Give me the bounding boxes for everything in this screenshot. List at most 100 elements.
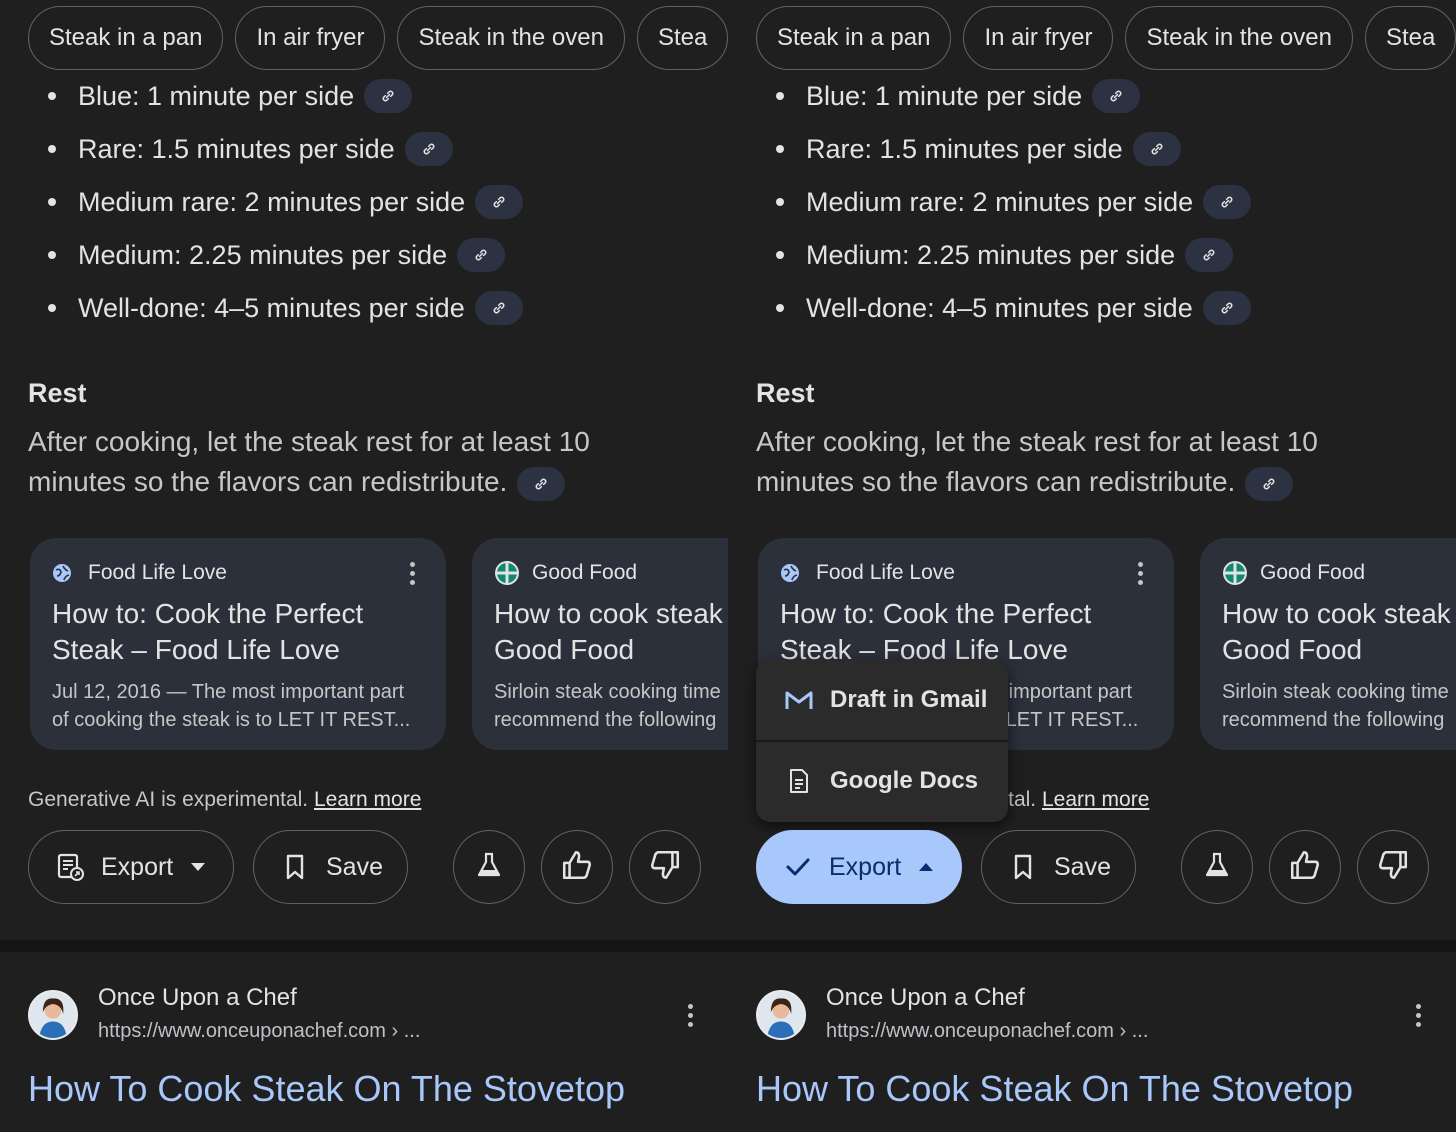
save-button[interactable]: Save [981, 830, 1136, 904]
good-food-icon [494, 560, 520, 586]
link-icon[interactable] [1203, 185, 1252, 219]
card-source: Food Life Love [816, 561, 955, 584]
kebab-icon[interactable] [688, 1004, 693, 1027]
kebab-icon[interactable] [410, 562, 416, 585]
result-site-name[interactable]: Once Upon a Chef [98, 984, 297, 1012]
list-item: Blue: 1 minute per side [48, 76, 413, 116]
source-card-food-life-love[interactable]: Food Life Love How to: Cook the Perfect S… [30, 538, 446, 750]
link-icon[interactable] [404, 132, 453, 166]
source-card-good-food[interactable]: Good Food How to cook steak Good Food Sir… [1200, 538, 1456, 750]
menu-item-google-docs[interactable]: Google Docs [756, 740, 1008, 820]
save-button[interactable]: Save [253, 830, 408, 904]
thumbs-down-button[interactable] [1357, 830, 1429, 904]
globe-icon [780, 563, 800, 583]
card-source: Food Life Love [88, 561, 227, 584]
chip-stea[interactable]: Stea [1364, 6, 1456, 70]
rest-body: After cooking, let the steak rest for at… [28, 422, 668, 502]
good-food-icon [1222, 560, 1248, 586]
chip-stea[interactable]: Stea [636, 6, 728, 70]
link-icon[interactable] [1202, 291, 1251, 325]
card-title: How to cook steak Good Food [1222, 598, 1451, 665]
link-icon[interactable] [1092, 79, 1141, 113]
list-item: Rare: 1.5 minutes per side [776, 129, 1181, 169]
chip-in-air-fryer[interactable]: In air fryer [963, 6, 1114, 70]
list-item: Medium rare: 2 minutes per side [48, 182, 524, 222]
section-divider [728, 940, 1456, 952]
section-divider [0, 940, 728, 952]
chip-steak-in-a-pan[interactable]: Steak in a pan [756, 6, 952, 70]
result-site-name[interactable]: Once Upon a Chef [826, 984, 1025, 1012]
card-snippet: Sirloin steak cooking time recommend the … [1222, 681, 1449, 731]
result-url: https://www.onceuponachef.com › ... [98, 1020, 421, 1042]
check-icon [783, 852, 813, 882]
card-source: Good Food [532, 561, 638, 584]
card-snippet: Sirloin steak cooking time recommend the … [494, 681, 721, 731]
chip-in-air-fryer[interactable]: In air fryer [235, 6, 386, 70]
thumbs-up-icon [1288, 848, 1322, 887]
left-panel: Steak in a pan In air fryer Steak in the… [0, 0, 728, 1132]
chip-row: Steak in a pan In air fryer Steak in the… [756, 6, 1456, 70]
chip-steak-in-the-oven[interactable]: Steak in the oven [1125, 6, 1353, 70]
chip-steak-in-the-oven[interactable]: Steak in the oven [397, 6, 625, 70]
chip-row: Steak in a pan In air fryer Steak in the… [28, 6, 728, 70]
thumbs-down-button[interactable] [629, 830, 701, 904]
thumbs-down-icon [648, 848, 682, 887]
card-title: How to cook steak Good Food [494, 598, 723, 665]
gmail-icon [784, 687, 814, 713]
link-icon[interactable] [475, 185, 524, 219]
card-title: How to: Cook the Perfect Steak – Food Lif… [780, 598, 1092, 665]
list-item: Medium: 2.25 minutes per side [48, 235, 506, 275]
list-item: Medium rare: 2 minutes per side [776, 182, 1252, 222]
link-icon[interactable] [364, 79, 413, 113]
learn-more-link[interactable]: Learn more [1042, 788, 1149, 811]
bookmark-icon [280, 852, 310, 882]
kebab-icon[interactable] [1138, 562, 1144, 585]
export-button[interactable]: Export [756, 830, 962, 904]
flask-icon [1202, 850, 1232, 885]
link-icon[interactable] [517, 466, 566, 501]
right-panel: Steak in a pan In air fryer Steak in the… [728, 0, 1456, 1132]
export-button[interactable]: Export [28, 830, 234, 904]
card-snippet: Jul 12, 2016 — The most important partof… [52, 681, 411, 731]
list-item: Well-done: 4–5 minutes per side [776, 288, 1251, 328]
result-title-link[interactable]: How To Cook Steak On The Stovetop [756, 1068, 1353, 1110]
export-doc-icon [55, 852, 85, 882]
bookmark-icon [1008, 852, 1038, 882]
flask-icon [474, 850, 504, 885]
link-icon[interactable] [1245, 466, 1294, 501]
result-url: https://www.onceuponachef.com › ... [826, 1020, 1149, 1042]
labs-button[interactable] [1181, 830, 1253, 904]
export-menu: Draft in Gmail Google Docs [756, 660, 1008, 822]
thumbs-down-icon [1376, 848, 1410, 887]
chevron-up-icon [919, 863, 934, 871]
labs-button[interactable] [453, 830, 525, 904]
chip-steak-in-a-pan[interactable]: Steak in a pan [28, 6, 224, 70]
rest-heading: Rest [28, 378, 87, 408]
card-title: How to: Cook the Perfect Steak – Food Lif… [52, 598, 364, 665]
ai-disclaimer: Generative AI is experimental. Learn mor… [28, 788, 422, 811]
learn-more-link[interactable]: Learn more [314, 788, 421, 811]
docs-icon [784, 768, 814, 794]
thumbs-up-icon [560, 848, 594, 887]
rest-body: After cooking, let the steak rest for at… [756, 422, 1396, 502]
link-icon[interactable] [457, 238, 506, 272]
globe-icon [52, 563, 72, 583]
chevron-down-icon [191, 863, 206, 871]
thumbs-up-button[interactable] [1269, 830, 1341, 904]
list-item: Well-done: 4–5 minutes per side [48, 288, 523, 328]
rest-heading: Rest [756, 378, 815, 408]
list-item: Blue: 1 minute per side [776, 76, 1141, 116]
avatar-icon [756, 990, 806, 1040]
link-icon[interactable] [474, 291, 523, 325]
menu-item-draft-in-gmail[interactable]: Draft in Gmail [756, 660, 1008, 740]
link-icon[interactable] [1132, 132, 1181, 166]
result-title-link[interactable]: How To Cook Steak On The Stovetop [28, 1068, 625, 1110]
list-item: Medium: 2.25 minutes per side [776, 235, 1234, 275]
card-source: Good Food [1260, 561, 1366, 584]
kebab-icon[interactable] [1416, 1004, 1421, 1027]
list-item: Rare: 1.5 minutes per side [48, 129, 453, 169]
link-icon[interactable] [1185, 238, 1234, 272]
source-card-good-food[interactable]: Good Food How to cook steak Good Food Sir… [472, 538, 728, 750]
avatar-icon [28, 990, 78, 1040]
thumbs-up-button[interactable] [541, 830, 613, 904]
